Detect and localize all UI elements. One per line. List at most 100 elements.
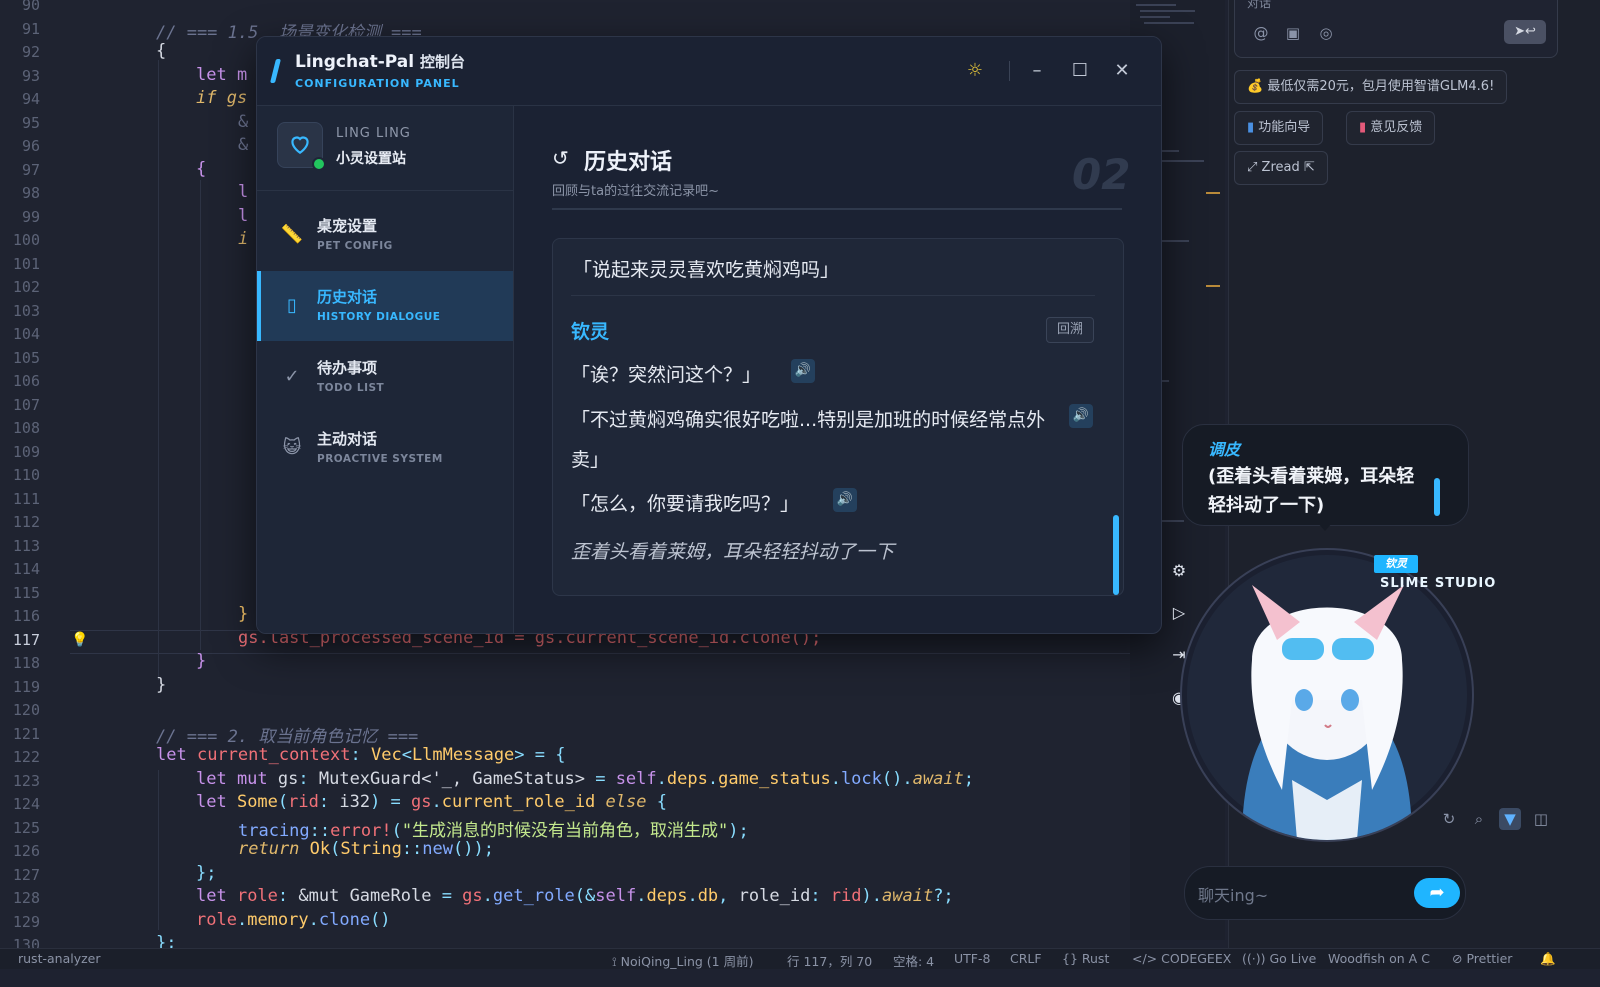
status-language[interactable]: {} Rust [1062,951,1109,966]
line-number[interactable]: 104 [0,325,40,343]
bubble-emotion-label: 调皮 [1208,440,1241,459]
line-number[interactable]: 93 [0,67,40,85]
line-number[interactable]: 120 [0,701,40,719]
status-prettier[interactable]: ⊘ Prettier [1452,951,1512,966]
line-number[interactable]: 102 [0,278,40,296]
send-icon[interactable]: ➤↩ [1504,20,1546,44]
status-eol[interactable]: CRLF [1010,951,1042,966]
line-number[interactable]: 127 [0,866,40,884]
recall-button[interactable]: 回溯 [1046,317,1094,343]
indent-guide [200,180,201,650]
line-number[interactable]: 116 [0,607,40,625]
line-number[interactable]: 105 [0,349,40,367]
line-number[interactable]: 121 [0,725,40,743]
cat-face-icon: 😺 [282,437,302,458]
line-number[interactable]: 90 [0,0,40,14]
zread-button[interactable]: ⤢ Zread ⇱ [1234,151,1328,185]
line-number[interactable]: 111 [0,490,40,508]
maximize-button[interactable]: ☐ [1068,59,1092,83]
line-number[interactable]: 103 [0,302,40,320]
external-link-icon: ⇱ [1303,160,1315,175]
feedback-button[interactable]: ▮ 意见反馈 [1346,111,1436,145]
line-number-gutter: 90 91 92 93 94 95 96 97 98 99 100 101 102 103 104 105 10… [0,0,60,968]
status-indentation[interactable]: 空格: 4 [893,951,934,970]
line-number[interactable]: 124 [0,795,40,813]
line-number[interactable]: 110 [0,466,40,484]
speaker-volume-icon[interactable]: 🔊 [1069,404,1093,428]
line-number[interactable]: 94 [0,90,40,108]
app-title: Lingchat-Pal 控制台 [295,52,466,72]
line-number[interactable]: 109 [0,443,40,461]
code-line-92: { [156,41,167,61]
line-number[interactable]: 118 [0,654,40,672]
user-question: 「说起来灵灵喜欢吃黄焖鸡吗」 [573,259,840,281]
line-number[interactable]: 115 [0,584,40,602]
status-cursor-position[interactable]: 行 117，列 70 [787,951,872,970]
line-number[interactable]: 107 [0,396,40,414]
close-button[interactable]: ✕ [1110,59,1134,83]
ruler-icon: 📏 [280,224,304,245]
play-icon[interactable]: ▷ [1166,600,1192,626]
title-bar[interactable]: Lingchat-Pal 控制台 CONFIGURATION PANEL ☼ –… [257,37,1161,106]
feedback-icon: ▮ [1359,120,1367,135]
guide-button[interactable]: ▮ 功能向导 [1234,111,1324,145]
line-number[interactable]: 113 [0,537,40,555]
pet-avatar[interactable] [1180,548,1474,842]
theme-toggle-icon[interactable]: ☼ [963,59,987,83]
card-scrollbar[interactable] [1113,515,1119,595]
config-window: Lingchat-Pal 控制台 CONFIGURATION PANEL ☼ –… [256,36,1162,634]
line-number[interactable]: 114 [0,560,40,578]
line-number[interactable]: 128 [0,889,40,907]
search-icon[interactable]: ⌕ [1468,808,1490,830]
line-number[interactable]: 112 [0,513,40,531]
globe-icon[interactable]: ◎ [1315,22,1337,44]
line-number[interactable]: 92 [0,43,40,61]
status-encoding[interactable]: UTF-8 [954,951,990,966]
line-number[interactable]: 119 [0,678,40,696]
nav-item-todo-list[interactable]: ✓ 待办事项 TODO LIST [257,342,513,412]
line-number[interactable]: 123 [0,772,40,790]
online-status-dot [312,157,326,171]
promo-chip[interactable]: 💰 最低仅需20元，包月使用智谱GLM4.6! [1234,70,1508,104]
line-number[interactable]: 101 [0,255,40,273]
line-number[interactable]: 122 [0,748,40,766]
line-number[interactable]: 99 [0,208,40,226]
line-number[interactable]: 106 [0,372,40,390]
status-codegeex[interactable]: </> CODEGEEX [1132,951,1231,966]
line-number[interactable]: 95 [0,114,40,132]
line-number[interactable]: 129 [0,913,40,931]
filter-icon[interactable]: ▼ [1499,808,1521,830]
gear-icon[interactable]: ⚙ [1166,558,1192,584]
line-number[interactable]: 108 [0,419,40,437]
speaker-volume-icon[interactable]: 🔊 [833,488,857,512]
money-bag-icon: 💰 [1247,79,1264,94]
line-number[interactable]: 97 [0,161,40,179]
status-rust-analyzer[interactable]: rust-analyzer [18,951,101,966]
minimize-button[interactable]: – [1025,59,1049,83]
bell-icon[interactable]: 🔔 [1540,951,1556,967]
at-icon[interactable]: @ [1250,22,1272,44]
refresh-icon[interactable]: ↻ [1438,808,1460,830]
code-line-118: } [196,651,207,671]
lightbulb-icon[interactable]: 💡 [71,632,88,648]
line-number[interactable]: 126 [0,842,40,860]
nav-item-proactive-system[interactable]: 😺 主动对话 PROACTIVE SYSTEM [257,413,513,483]
line-number[interactable]: 125 [0,819,40,837]
line-number[interactable]: 100 [0,231,40,249]
nav-item-pet-config[interactable]: 📏 桌宠设置 PET CONFIG [257,200,513,270]
line-number[interactable]: 96 [0,137,40,155]
line-number[interactable]: 98 [0,184,40,202]
speaker-volume-icon[interactable]: 🔊 [791,359,815,383]
status-woodfish[interactable]: Woodfish on A C [1328,951,1430,966]
dialogue-card[interactable]: 「说起来灵灵喜欢吃黄焖鸡吗」 钦灵 回溯 「诶？突然问这个？」 🔊 「不过黄焖鸡… [552,238,1124,596]
status-go-live[interactable]: ((·)) Go Live [1242,951,1316,966]
folder-code-icon[interactable]: ▣ [1282,22,1304,44]
line-number[interactable]: 117 [0,631,40,649]
line-number[interactable]: 91 [0,20,40,38]
split-panel-icon[interactable]: ◫ [1530,808,1552,830]
nav-item-history-dialogue[interactable]: ▯ 历史对话 HISTORY DIALOGUE [257,271,513,341]
chat-send-button[interactable]: ➦ [1414,878,1460,908]
status-git-blame[interactable]: ⟟ NoiQing_Ling (1 周前) [612,951,753,970]
page-subtitle: 回顾与ta的过往交流记录吧~ [552,184,719,199]
nav-sublabel: TODO LIST [317,382,385,394]
